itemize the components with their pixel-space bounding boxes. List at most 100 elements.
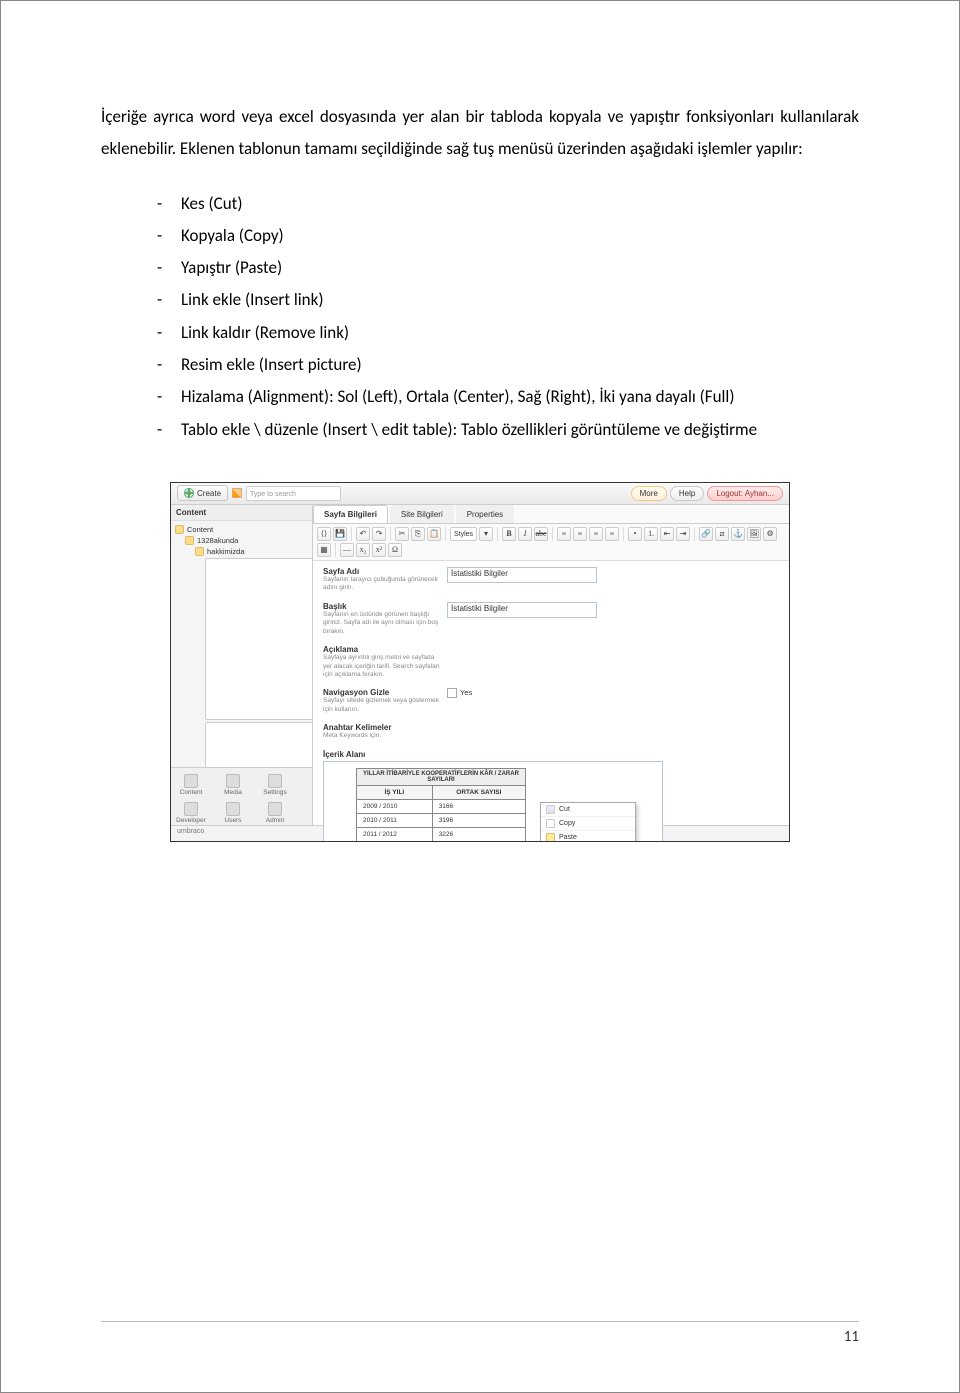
table-cell: 2010 / 2011	[357, 813, 433, 827]
input-baslik[interactable]: İstatistiki Bilgiler	[447, 602, 597, 618]
tb-sub-icon[interactable]: x₂	[356, 543, 370, 557]
developer-icon	[184, 802, 198, 816]
ctx-paste[interactable]: Paste	[541, 831, 635, 842]
list-item: Kopyala (Copy)	[157, 220, 859, 252]
tb-paste-icon[interactable]: 📋	[427, 527, 441, 541]
section-admin[interactable]: Admin	[259, 802, 291, 824]
tb-link-icon[interactable]: 🔗	[699, 527, 713, 541]
rte-toolbar: ⟨⟩ 💾 ↶ ↷ ✂ ⎘ 📋 Styles ▾ B	[313, 524, 789, 561]
tb-anchor-icon[interactable]: ⚓	[731, 527, 745, 541]
left-panel: Content Content 1328akundahakkimizdatarih…	[171, 505, 313, 825]
tab-sayfa-bilgileri[interactable]: Sayfa Bilgileri	[313, 505, 388, 523]
col-header: İŞ YILI	[357, 785, 433, 799]
more-button[interactable]: More	[631, 486, 667, 501]
tb-save-icon[interactable]: 💾	[333, 527, 347, 541]
table-title: YILLAR İTİBARİYLE KOOPERATİFLERİN KÂR / …	[357, 768, 526, 785]
content-tree: Content 1328akundahakkimizdatarihceannean…	[171, 521, 312, 767]
tb-indent-icon[interactable]: ⇥	[676, 527, 690, 541]
checkbox-nav-gizle[interactable]: Yes	[447, 688, 472, 698]
tb-bold-icon[interactable]: B	[502, 527, 516, 541]
folder-icon	[185, 536, 194, 545]
style-select[interactable]: Styles	[450, 527, 477, 541]
tb-redo-icon[interactable]: ↷	[372, 527, 386, 541]
tb-align-full-icon[interactable]: ≡	[605, 527, 619, 541]
page-icon	[205, 722, 312, 767]
tree-item[interactable]: Content	[175, 524, 312, 535]
section-switcher: Content Media Settings Developer Users Admin	[171, 767, 312, 825]
settings-icon	[268, 774, 282, 788]
tree-item[interactable]: 1328akunda	[175, 535, 312, 546]
ctx-copy[interactable]: Copy	[541, 817, 635, 831]
tab-site-bilgileri[interactable]: Site Bilgileri	[390, 505, 454, 523]
admin-icon	[268, 802, 282, 816]
tree-item[interactable]: anneanneakisi	[175, 721, 312, 767]
paragraph-intro: İçeriğe ayrıca word veya excel dosyasınd…	[101, 101, 859, 166]
form-area: Sayfa AdıSayfanın tarayıcı çubuğunda gör…	[313, 561, 789, 842]
tb-strike-icon[interactable]: abc	[534, 527, 548, 541]
scissors-icon	[546, 805, 555, 814]
label-icerik: İçerik Alanı	[323, 750, 779, 759]
tb-align-center-icon[interactable]: ≡	[573, 527, 587, 541]
label-aciklama: AçıklamaSayfaya ayrıntılı giriş metni ve…	[323, 645, 441, 679]
search-input[interactable]: Type to search	[246, 486, 341, 501]
tb-sup-icon[interactable]: x²	[372, 543, 386, 557]
tb-dropdown-icon[interactable]: ▾	[479, 527, 493, 541]
tab-properties[interactable]: Properties	[456, 505, 514, 523]
folder-icon	[195, 547, 204, 556]
page-footer: 11	[101, 1321, 859, 1346]
table-cell: 2011 / 2012	[357, 827, 433, 841]
table-cell: 3196	[432, 813, 525, 827]
section-users[interactable]: Users	[217, 802, 249, 824]
paste-icon	[546, 833, 555, 842]
tb-undo-icon[interactable]: ↶	[356, 527, 370, 541]
tb-html-icon[interactable]: ⟨⟩	[317, 527, 331, 541]
table-cell: 3146	[432, 841, 525, 842]
label-sayfa-adi: Sayfa AdıSayfanın tarayıcı çubuğunda gör…	[323, 567, 441, 593]
tree-item[interactable]: tarihce	[175, 557, 312, 721]
list-item: Link kaldır (Remove link)	[157, 317, 859, 349]
help-button[interactable]: Help	[670, 486, 704, 501]
col-header: ORTAK SAYISI	[432, 785, 525, 799]
create-button[interactable]: Create	[177, 485, 228, 501]
edit-icon[interactable]	[232, 488, 242, 498]
section-settings[interactable]: Settings	[259, 774, 291, 796]
page-icon	[205, 558, 312, 720]
list-item: Yapıştır (Paste)	[157, 252, 859, 284]
tb-table-icon[interactable]: ▦	[317, 543, 331, 557]
tb-align-right-icon[interactable]: ≡	[589, 527, 603, 541]
tb-macro-icon[interactable]: ⚙	[763, 527, 777, 541]
table-cell: 3166	[432, 799, 525, 813]
tb-ol-icon[interactable]: 1.	[644, 527, 658, 541]
tb-italic-icon[interactable]: I	[518, 527, 532, 541]
label-baslik: BaşlıkSayfanın en üstünde görünen başlığ…	[323, 602, 441, 636]
tb-unlink-icon[interactable]: ⧄	[715, 527, 729, 541]
logout-button[interactable]: Logout: Ayhan...	[707, 486, 783, 501]
content-icon	[184, 774, 198, 788]
table-cell: 2012 / 2013	[357, 841, 433, 842]
ctx-cut[interactable]: Cut	[541, 803, 635, 817]
section-developer[interactable]: Developer	[175, 802, 207, 824]
inserted-table[interactable]: YILLAR İTİBARİYLE KOOPERATİFLERİN KÂR / …	[356, 768, 526, 842]
tb-char-icon[interactable]: Ω	[388, 543, 402, 557]
tb-copy-icon[interactable]: ⎘	[411, 527, 425, 541]
tree-item[interactable]: hakkimizda	[175, 546, 312, 557]
tb-image-icon[interactable]: 🖼	[747, 527, 761, 541]
table-cell: 3226	[432, 827, 525, 841]
tb-hr-icon[interactable]: —	[340, 543, 354, 557]
tree-label: 1328akunda	[197, 536, 238, 545]
cms-screenshot-figure: Create Type to search More Help Logout: …	[170, 482, 790, 842]
tb-align-left-icon[interactable]: ≡	[557, 527, 571, 541]
tb-outdent-icon[interactable]: ⇤	[660, 527, 674, 541]
tb-cut-icon[interactable]: ✂	[395, 527, 409, 541]
list-item: Resim ekle (Insert picture)	[157, 349, 859, 381]
section-content[interactable]: Content	[175, 774, 207, 796]
copy-icon	[546, 819, 555, 828]
tb-ul-icon[interactable]: •	[628, 527, 642, 541]
rte-editor[interactable]: YILLAR İTİBARİYLE KOOPERATİFLERİN KÂR / …	[323, 761, 663, 842]
section-media[interactable]: Media	[217, 774, 249, 796]
tree-label: Content	[187, 525, 213, 534]
list-item: Tablo ekle \ düzenle (Insert \ edit tabl…	[157, 414, 859, 446]
left-panel-header: Content	[171, 505, 312, 521]
input-sayfa-adi[interactable]: İstatistiki Bilgiler	[447, 567, 597, 583]
folder-icon	[175, 525, 184, 534]
